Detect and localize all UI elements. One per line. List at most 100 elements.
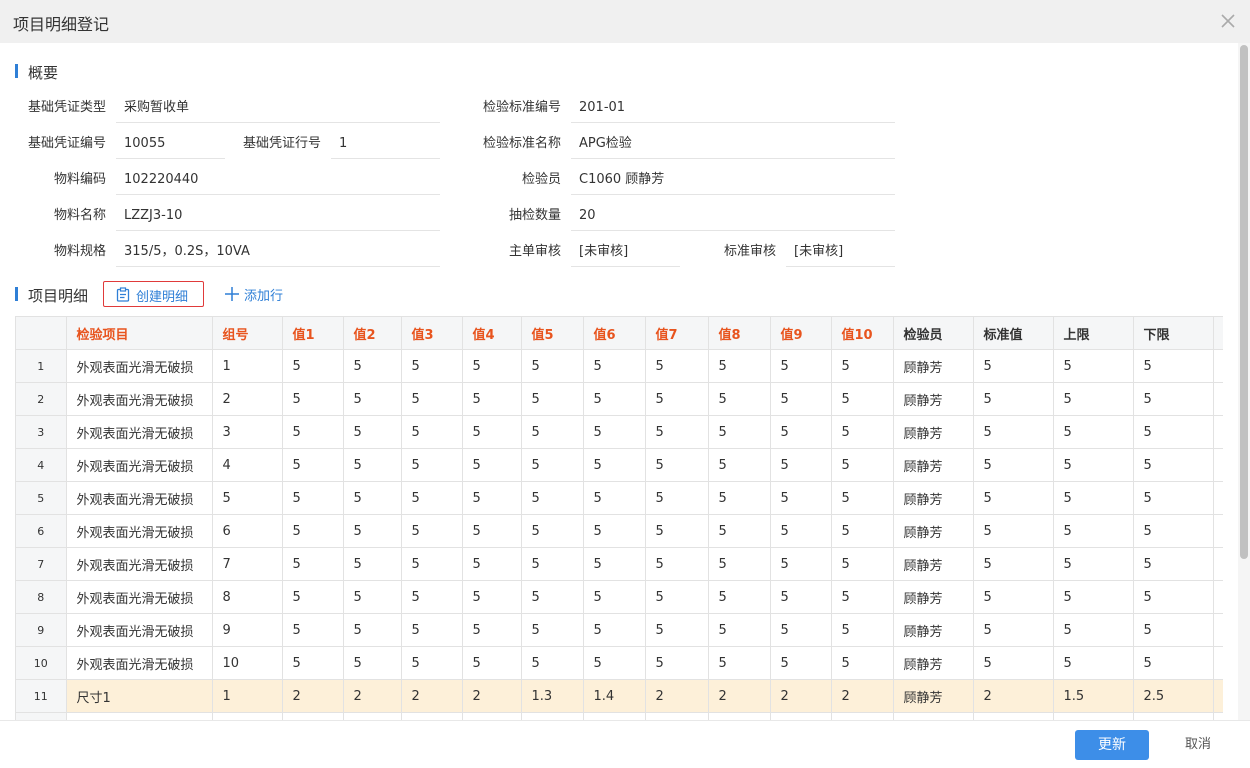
column-header[interactable]: 组号 bbox=[212, 316, 283, 350]
table-cell[interactable]: 5 bbox=[583, 580, 646, 614]
table-cell[interactable]: 顾静芳 bbox=[893, 448, 974, 482]
table-cell[interactable]: 尺寸1 bbox=[66, 679, 213, 713]
table-cell[interactable]: 4 bbox=[212, 448, 283, 482]
table-cell[interactable]: 5 bbox=[583, 481, 646, 515]
column-header[interactable]: 值8 bbox=[708, 316, 771, 350]
column-header[interactable]: 值3 bbox=[401, 316, 463, 350]
table-row[interactable]: 10 外观表面光滑无破损 10 5 5 5 5 5 5 5 5 5 5 顾静芳 5 5 5 bbox=[16, 646, 1223, 680]
table-cell[interactable]: 5 bbox=[831, 349, 894, 383]
table-cell[interactable]: 9 bbox=[212, 613, 283, 647]
table-cell[interactable]: 5 bbox=[1133, 448, 1214, 482]
table-cell[interactable]: 5 bbox=[401, 547, 463, 581]
table-cell[interactable]: 5 bbox=[583, 349, 646, 383]
table-cell[interactable]: 5 bbox=[708, 613, 771, 647]
table-cell[interactable]: 5 bbox=[521, 448, 584, 482]
table-cell[interactable]: 5 bbox=[401, 514, 463, 548]
table-cell[interactable]: 5 bbox=[1053, 415, 1134, 449]
table-cell[interactable]: 5 bbox=[831, 514, 894, 548]
create-detail-button[interactable]: 创建明细 bbox=[103, 281, 204, 307]
table-cell[interactable]: 顾静芳 bbox=[893, 580, 974, 614]
table-cell[interactable]: 5 bbox=[708, 580, 771, 614]
table-cell[interactable]: 外观表面光滑无破损 bbox=[66, 382, 213, 416]
table-cell[interactable]: 5 bbox=[1053, 613, 1134, 647]
table-cell[interactable]: 5 bbox=[1053, 481, 1134, 515]
table-row[interactable]: 3 外观表面光滑无破损 3 5 5 5 5 5 5 5 5 5 5 顾静芳 5 5 5 bbox=[16, 415, 1223, 449]
table-row[interactable]: 8 外观表面光滑无破损 8 5 5 5 5 5 5 5 5 5 5 顾静芳 5 5 5 bbox=[16, 580, 1223, 614]
table-row[interactable]: 4 外观表面光滑无破损 4 5 5 5 5 5 5 5 5 5 5 顾静芳 5 5 5 bbox=[16, 448, 1223, 482]
table-cell[interactable]: 5 bbox=[973, 580, 1054, 614]
table-cell[interactable]: 5 bbox=[401, 448, 463, 482]
table-cell[interactable]: 5 bbox=[521, 580, 584, 614]
table-cell[interactable]: 5 bbox=[1053, 580, 1134, 614]
table-cell[interactable]: 5 bbox=[831, 415, 894, 449]
table-cell[interactable]: 5 bbox=[831, 448, 894, 482]
vertical-scrollbar[interactable] bbox=[1238, 43, 1250, 720]
table-cell[interactable]: 5 bbox=[708, 547, 771, 581]
table-cell[interactable]: 2 bbox=[401, 679, 463, 713]
table-cell[interactable]: 5 bbox=[343, 349, 402, 383]
table-cell[interactable]: 5 bbox=[770, 646, 832, 680]
column-header[interactable]: 检验员 bbox=[893, 316, 974, 350]
table-cell[interactable]: 5 bbox=[401, 349, 463, 383]
table-cell[interactable]: 2 bbox=[343, 679, 402, 713]
standard-no-field[interactable]: 201-01 bbox=[571, 93, 895, 123]
table-cell[interactable]: 5 bbox=[583, 448, 646, 482]
column-header[interactable]: 值2 bbox=[343, 316, 402, 350]
table-cell[interactable]: 顾静芳 bbox=[893, 646, 974, 680]
table-cell[interactable]: 5 bbox=[282, 580, 344, 614]
table-cell[interactable]: 5 bbox=[645, 514, 709, 548]
table-cell[interactable]: 5 bbox=[583, 646, 646, 680]
table-cell[interactable]: 5 bbox=[1053, 547, 1134, 581]
table-cell[interactable]: 5 bbox=[1133, 382, 1214, 416]
table-cell[interactable]: 5 bbox=[1053, 646, 1134, 680]
table-cell[interactable]: 5 bbox=[462, 613, 522, 647]
table-cell[interactable]: 5 bbox=[401, 481, 463, 515]
table-cell[interactable]: 5 bbox=[282, 547, 344, 581]
table-cell[interactable]: 5 bbox=[1133, 349, 1214, 383]
table-cell[interactable]: 5 bbox=[462, 415, 522, 449]
table-cell[interactable]: 2.5 bbox=[1133, 679, 1214, 713]
table-cell[interactable]: 7 bbox=[212, 547, 283, 581]
table-cell[interactable]: 5 bbox=[282, 481, 344, 515]
column-header[interactable]: 值9 bbox=[770, 316, 832, 350]
table-cell[interactable]: 5 bbox=[831, 382, 894, 416]
table-cell[interactable]: 5 bbox=[770, 448, 832, 482]
table-cell[interactable]: 外观表面光滑无破损 bbox=[66, 481, 213, 515]
table-cell[interactable]: 2 bbox=[212, 382, 283, 416]
table-cell[interactable]: 5 bbox=[770, 514, 832, 548]
table-cell[interactable]: 5 bbox=[1053, 382, 1134, 416]
table-cell[interactable]: 外观表面光滑无破损 bbox=[66, 580, 213, 614]
table-cell[interactable]: 5 bbox=[401, 580, 463, 614]
column-header[interactable]: 值7 bbox=[645, 316, 709, 350]
scrollbar-thumb[interactable] bbox=[1240, 45, 1248, 559]
material-code-field[interactable]: 102220440 bbox=[116, 165, 440, 195]
table-cell[interactable]: 5 bbox=[462, 382, 522, 416]
table-cell[interactable]: 5 bbox=[1053, 448, 1134, 482]
column-header[interactable]: 值6 bbox=[583, 316, 646, 350]
table-cell[interactable]: 5 bbox=[343, 481, 402, 515]
table-cell[interactable]: 8 bbox=[212, 580, 283, 614]
table-row[interactable]: 2 外观表面光滑无破损 2 5 5 5 5 5 5 5 5 5 5 顾静芳 5 5 5 bbox=[16, 382, 1223, 416]
table-cell[interactable]: 5 bbox=[1053, 514, 1134, 548]
table-cell[interactable]: 5 bbox=[462, 580, 522, 614]
table-cell[interactable]: 5 bbox=[770, 349, 832, 383]
table-cell[interactable]: 5 bbox=[521, 547, 584, 581]
column-header[interactable]: 检验项目 bbox=[66, 316, 213, 350]
column-header[interactable]: 上限 bbox=[1053, 316, 1134, 350]
table-cell[interactable]: 5 bbox=[343, 382, 402, 416]
table-cell[interactable]: 2 bbox=[282, 679, 344, 713]
table-cell[interactable]: 5 bbox=[770, 547, 832, 581]
table-cell[interactable]: 2 bbox=[708, 679, 771, 713]
table-cell[interactable]: 5 bbox=[831, 481, 894, 515]
column-header[interactable]: 下限 bbox=[1133, 316, 1214, 350]
table-cell[interactable]: 顾静芳 bbox=[893, 679, 974, 713]
table-cell[interactable]: 2 bbox=[462, 679, 522, 713]
table-cell[interactable]: 5 bbox=[462, 349, 522, 383]
table-cell[interactable]: 顾静芳 bbox=[893, 514, 974, 548]
table-cell[interactable]: 10 bbox=[212, 646, 283, 680]
cancel-button[interactable]: 取消 bbox=[1172, 730, 1224, 760]
table-cell[interactable]: 顾静芳 bbox=[893, 349, 974, 383]
table-cell[interactable]: 5 bbox=[282, 646, 344, 680]
table-cell[interactable]: 5 bbox=[831, 613, 894, 647]
table-cell[interactable]: 1 bbox=[212, 349, 283, 383]
